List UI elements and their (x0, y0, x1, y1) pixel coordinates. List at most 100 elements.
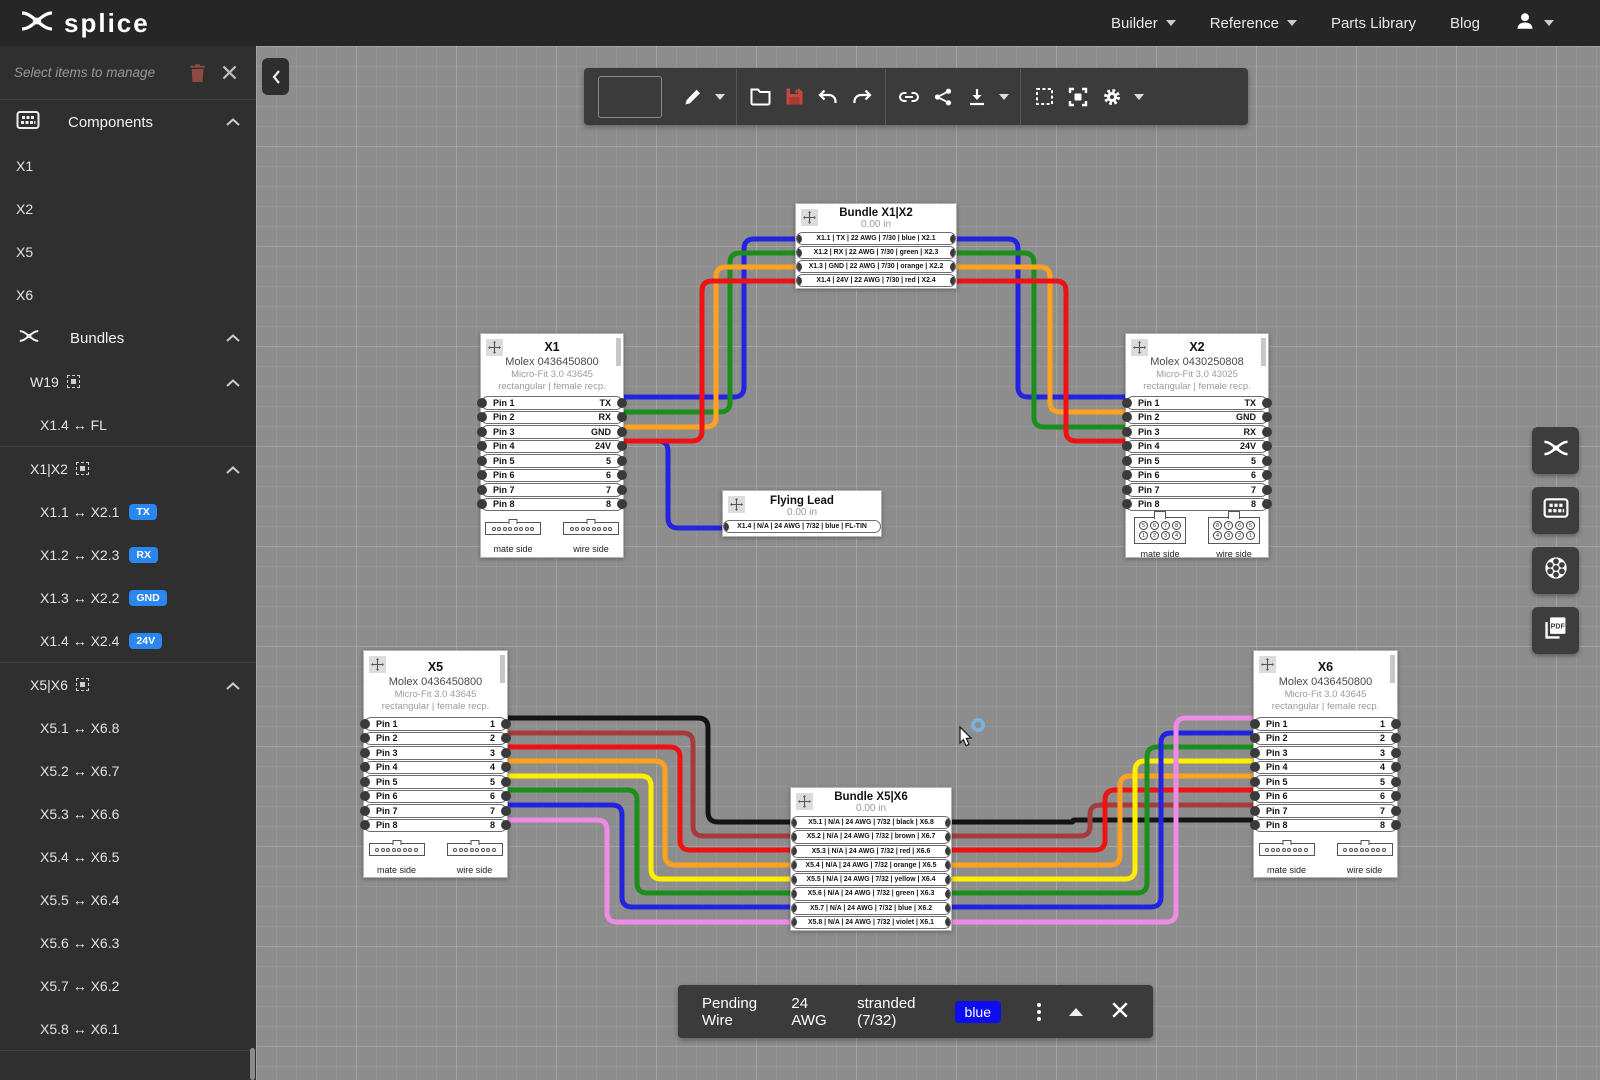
draw-wire-caret-button[interactable] (710, 77, 730, 117)
close-selection-button[interactable] (216, 60, 242, 86)
wire[interactable] (953, 267, 1129, 412)
sidebar-item-connection[interactable]: X5.6 ↔ X6.3 (0, 921, 256, 964)
sidebar-item-connection[interactable]: X5.7 ↔ X6.2 (0, 964, 256, 1007)
select-bundle-icon[interactable] (76, 462, 89, 475)
node-scrollbar[interactable] (500, 655, 505, 683)
pin-row[interactable]: Pin 1 TX (1126, 396, 1268, 410)
wire-strand-value[interactable]: stranded (7/32) (857, 995, 926, 1029)
node-bundle-x5x6[interactable]: Bundle X5|X6 0.00 in X5.1 | N/A | 24 AWG… (790, 787, 952, 931)
wire-gauge-value[interactable]: 24 AWG (791, 995, 829, 1029)
sidebar-item-connection[interactable]: X1.4 ↔ FL (0, 403, 256, 446)
bundle-wire-row[interactable]: X1.3 | GND | 22 AWG | 7/30 | orange | X2… (796, 260, 956, 273)
brand[interactable]: splice (0, 8, 150, 39)
link-button[interactable] (892, 77, 926, 117)
node-x5[interactable]: X5 Molex 0436450800 Micro-Fit 3.0 43645 … (363, 650, 508, 878)
bundle-wire-row[interactable]: X5.4 | N/A | 24 AWG | 7/32 | orange | X6… (791, 859, 951, 872)
bundle-wire-row[interactable]: X5.2 | N/A | 24 AWG | 7/32 | brown | X6.… (791, 830, 951, 843)
bundle-wire-row[interactable]: X5.5 | N/A | 24 AWG | 7/32 | yellow | X6… (791, 873, 951, 886)
pin-row[interactable]: Pin 8 8 (364, 819, 507, 833)
bundle-wire-row[interactable]: X5.8 | N/A | 24 AWG | 7/32 | violet | X6… (791, 916, 951, 929)
bundle-wire-row[interactable]: X1.1 | TX | 22 AWG | 7/30 | blue | X2.1 (796, 232, 956, 245)
settings-caret-button[interactable] (1129, 77, 1149, 117)
wire[interactable] (620, 281, 799, 441)
pin-row[interactable]: Pin 3 3 (364, 746, 507, 760)
nav-menu-item[interactable]: Builder (1111, 15, 1176, 32)
wire[interactable] (620, 267, 799, 427)
delete-selected-button[interactable] (184, 60, 210, 86)
design-canvas[interactable]: Bundle X1|X2 0.00 in X1.1 | TX | 22 AWG … (256, 46, 1600, 1080)
node-scrollbar[interactable] (616, 338, 621, 366)
wire[interactable] (953, 281, 1129, 441)
account-menu[interactable] (1514, 10, 1554, 36)
move-handle-icon[interactable] (1131, 339, 1148, 356)
export-pdf-button[interactable]: PDF (1532, 607, 1579, 654)
pin-row[interactable]: Pin 3 RX (1126, 425, 1268, 439)
sidebar-item-connection[interactable]: X1.4 ↔ X2.4 24V (0, 619, 256, 662)
pin-row[interactable]: Pin 1 1 (364, 717, 507, 731)
sidebar-item-connection[interactable]: X5.3 ↔ X6.6 (0, 792, 256, 835)
sidebar-item-component[interactable]: X6 (0, 273, 256, 316)
harness-name-input[interactable] (598, 76, 662, 118)
node-scrollbar[interactable] (1390, 655, 1395, 683)
pin-row[interactable]: Pin 7 7 (364, 804, 507, 818)
pin-row[interactable]: Pin 7 7 (1254, 804, 1397, 818)
collapse-up-icon[interactable] (1069, 1008, 1083, 1016)
bundle-group-x5x6[interactable]: X5|X6 (0, 663, 256, 706)
wire[interactable] (620, 253, 799, 412)
pin-row[interactable]: Pin 8 8 (481, 498, 623, 512)
download-caret-button[interactable] (994, 77, 1014, 117)
splice-tool-button[interactable] (1532, 427, 1579, 474)
sidebar-item-connection[interactable]: X1.2 ↔ X2.3 RX (0, 533, 256, 576)
components-section-header[interactable]: Components (0, 100, 256, 144)
pin-row[interactable]: Pin 4 4 (364, 761, 507, 775)
move-handle-icon[interactable] (486, 339, 503, 356)
pin-row[interactable]: Pin 5 5 (481, 454, 623, 468)
node-x1[interactable]: X1 Molex 0436450800 Micro-Fit 3.0 43645 … (480, 333, 624, 558)
settings-button[interactable] (1095, 77, 1129, 117)
pin-row[interactable]: Pin 8 8 (1254, 819, 1397, 833)
nav-menu-item[interactable]: Reference (1210, 15, 1297, 32)
wire[interactable] (620, 441, 726, 528)
chevron-up-icon[interactable] (226, 113, 240, 131)
pin-row[interactable]: Pin 1 1 (1254, 717, 1397, 731)
save-button[interactable] (777, 77, 811, 117)
move-handle-icon[interactable] (801, 209, 818, 226)
close-icon[interactable] (1111, 1001, 1129, 1023)
sidebar-item-connection[interactable]: X5.1 ↔ X6.8 (0, 706, 256, 749)
node-x6[interactable]: X6 Molex 0436450800 Micro-Fit 3.0 43645 … (1253, 650, 1398, 878)
sidebar-item-connection[interactable]: X1.3 ↔ X2.2 GND (0, 576, 256, 619)
pin-row[interactable]: Pin 4 4 (1254, 761, 1397, 775)
pin-row[interactable]: Pin 2 2 (1254, 732, 1397, 746)
add-cable-button[interactable] (1532, 547, 1579, 594)
bundle-group-w19[interactable]: W19 (0, 360, 256, 403)
pin-row[interactable]: Pin 4 24V (481, 440, 623, 454)
node-flying-lead[interactable]: Flying Lead 0.00 in X1.4 | N/A | 24 AWG … (722, 490, 882, 537)
bundle-wire-row[interactable]: X5.6 | N/A | 24 AWG | 7/32 | green | X6.… (791, 887, 951, 900)
bundles-section-header[interactable]: Bundles (0, 316, 256, 360)
pin-row[interactable]: Pin 6 6 (1126, 469, 1268, 483)
undo-button[interactable] (811, 77, 845, 117)
pin-row[interactable]: Pin 2 2 (364, 732, 507, 746)
flying-lead-wire-row[interactable]: X1.4 | N/A | 24 AWG | 7/32 | blue | FL-T… (723, 520, 881, 533)
pin-row[interactable]: Pin 2 GND (1126, 411, 1268, 425)
bundle-wire-row[interactable]: X5.3 | N/A | 24 AWG | 7/32 | red | X6.6 (791, 845, 951, 858)
move-handle-icon[interactable] (796, 793, 813, 810)
sidebar-item-connection[interactable]: X5.5 ↔ X6.4 (0, 878, 256, 921)
pin-row[interactable]: Pin 6 6 (1254, 790, 1397, 804)
chevron-up-icon[interactable] (226, 374, 240, 390)
nav-menu-item[interactable]: Blog (1450, 15, 1480, 32)
download-button[interactable] (960, 77, 994, 117)
add-connector-button[interactable] (1532, 487, 1579, 534)
sidebar-item-component[interactable]: X1 (0, 144, 256, 187)
redo-button[interactable] (845, 77, 879, 117)
kebab-menu-icon[interactable] (1037, 1003, 1041, 1021)
wire-color-badge[interactable]: blue (955, 1001, 1001, 1023)
move-handle-icon[interactable] (369, 656, 386, 673)
pin-row[interactable]: Pin 2 RX (481, 411, 623, 425)
move-handle-icon[interactable] (728, 496, 745, 513)
nav-menu-item[interactable]: Parts Library (1331, 15, 1416, 32)
wire[interactable] (953, 239, 1129, 397)
bundle-wire-row[interactable]: X5.1 | N/A | 24 AWG | 7/32 | black | X6.… (791, 816, 951, 829)
node-scrollbar[interactable] (1261, 338, 1266, 366)
pin-row[interactable]: Pin 7 7 (481, 483, 623, 497)
